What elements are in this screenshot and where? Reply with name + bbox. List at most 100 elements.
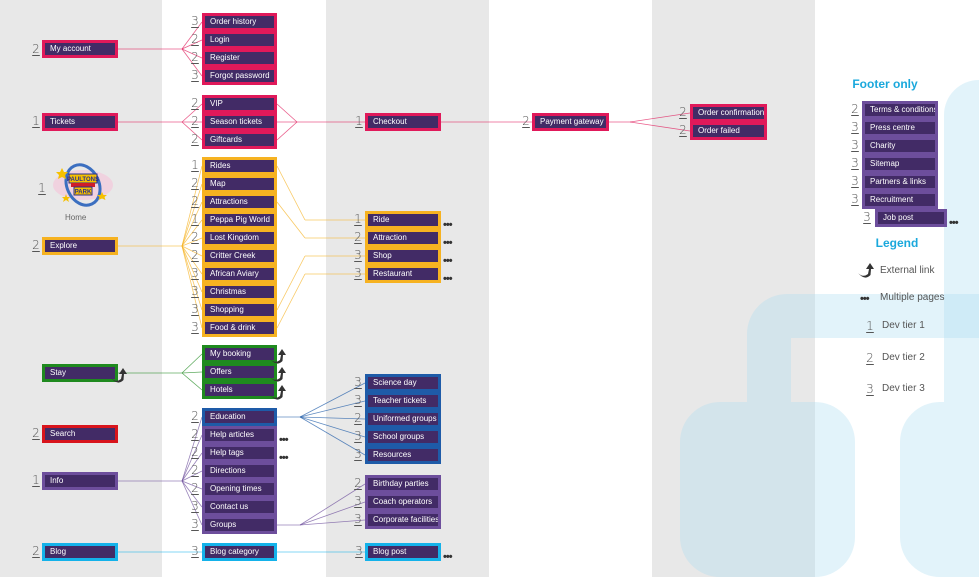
node-african-aviary[interactable]: African Aviary — [202, 265, 277, 283]
node-science-day[interactable]: Science day — [365, 374, 441, 392]
node-coach-operators[interactable]: Coach operators — [365, 493, 441, 511]
node-shop[interactable]: Shop — [365, 247, 441, 265]
node-job-post[interactable]: Job post — [875, 209, 947, 227]
node-map[interactable]: Map — [202, 175, 277, 193]
node-restaurant[interactable]: Restaurant — [365, 265, 441, 283]
tier-marker: 2 — [679, 123, 687, 137]
node-shopping[interactable]: Shopping — [202, 301, 277, 319]
node-birthday-parties[interactable]: Birthday parties — [365, 475, 441, 493]
node-opening-times[interactable]: Opening times — [202, 480, 277, 498]
node-resources[interactable]: Resources — [365, 446, 441, 464]
legend-external-link: External link — [880, 265, 935, 276]
node-offers[interactable]: Offers — [202, 363, 277, 381]
node-register[interactable]: Register — [202, 49, 277, 67]
connector-line — [181, 371, 203, 374]
tier-marker: 3 — [354, 393, 362, 407]
tier-marker: 3 — [851, 120, 859, 134]
node-corporate-facilities[interactable]: Corporate facilities — [365, 511, 441, 529]
node-blog-category[interactable]: Blog category — [202, 543, 277, 561]
tier-marker: 2 — [191, 445, 199, 459]
node-info[interactable]: Info — [42, 472, 118, 490]
multiple-pages-icon: ••• — [860, 293, 870, 305]
tier-marker: 3 — [191, 517, 199, 531]
tier-marker: 1 — [32, 473, 40, 487]
multiple-pages-icon: ••• — [949, 217, 959, 229]
node-contact-us[interactable]: Contact us — [202, 498, 277, 516]
node-vip[interactable]: VIP — [202, 95, 277, 113]
legend-heading: Legend — [875, 236, 919, 250]
node-directions[interactable]: Directions — [202, 462, 277, 480]
node-lost-kingdom[interactable]: Lost Kingdom — [202, 229, 277, 247]
legend-tier-1: Dev tier 1 — [882, 320, 925, 331]
node-school-groups[interactable]: School groups — [365, 428, 441, 446]
node-giftcards[interactable]: Giftcards — [202, 131, 277, 149]
multiple-pages-icon: ••• — [443, 255, 453, 267]
tier-marker: 2 — [32, 544, 40, 558]
node-uniformed-groups[interactable]: Uniformed groups — [365, 410, 441, 428]
node-teacher-tickets[interactable]: Teacher tickets — [365, 392, 441, 410]
tier-marker: 2 — [191, 463, 199, 477]
tier-marker: 1 — [354, 212, 362, 226]
node-checkout[interactable]: Checkout — [365, 113, 441, 131]
node-christmas[interactable]: Christmas — [202, 283, 277, 301]
node-explore[interactable]: Explore — [42, 237, 118, 255]
node-search[interactable]: Search — [42, 425, 118, 443]
node-blog[interactable]: Blog — [42, 543, 118, 561]
node-rides[interactable]: Rides — [202, 157, 277, 175]
node-attraction[interactable]: Attraction — [365, 229, 441, 247]
node-order-history[interactable]: Order history — [202, 13, 277, 31]
node-stay[interactable]: Stay — [42, 364, 118, 382]
tier-marker: 3 — [354, 266, 362, 280]
node-hotels[interactable]: Hotels — [202, 381, 277, 399]
multiple-pages-icon: ••• — [279, 452, 289, 464]
node-payment-gateway[interactable]: Payment gateway — [532, 113, 609, 131]
node-footer-recruitment[interactable]: Recruitment — [862, 191, 938, 209]
tier-marker: 3 — [191, 320, 199, 334]
tier-marker: 2 — [191, 32, 199, 46]
node-food-drink[interactable]: Food & drink — [202, 319, 277, 337]
node-tickets[interactable]: Tickets — [42, 113, 118, 131]
node-footer-press-centre[interactable]: Press centre — [862, 119, 938, 137]
node-season-tickets[interactable]: Season tickets — [202, 113, 277, 131]
tier-marker: 1 — [32, 114, 40, 128]
tier-marker: 3 — [191, 284, 199, 298]
tier-marker: 3 — [354, 248, 362, 262]
tier-marker: 3 — [191, 544, 199, 558]
node-critter-creek[interactable]: Critter Creek — [202, 247, 277, 265]
tier-marker: 2 — [851, 102, 859, 116]
node-footer-partners-links[interactable]: Partners & links — [862, 173, 938, 191]
node-help-tags[interactable]: Help tags — [202, 444, 277, 462]
node-footer-sitemap[interactable]: Sitemap — [862, 155, 938, 173]
connector-line — [276, 273, 306, 329]
multiple-pages-icon: ••• — [443, 237, 453, 249]
node-peppa-pig-world[interactable]: Peppa Pig World — [202, 211, 277, 229]
tier-marker: 3 — [354, 429, 362, 443]
node-order-failed[interactable]: Order failed — [690, 122, 767, 140]
svg-text:PARK: PARK — [75, 190, 92, 196]
node-my-booking[interactable]: My booking — [202, 345, 277, 363]
multiple-pages-icon: ••• — [443, 273, 453, 285]
tier-marker: 2 — [191, 427, 199, 441]
tier-marker: 3 — [191, 266, 199, 280]
node-footer-terms-conditions[interactable]: Terms & conditions — [862, 101, 938, 119]
node-blog-post[interactable]: Blog post — [365, 543, 441, 561]
node-footer-charity[interactable]: Charity — [862, 137, 938, 155]
multiple-pages-icon: ••• — [443, 551, 453, 563]
tier-marker: 2 — [679, 105, 687, 119]
node-groups[interactable]: Groups — [202, 516, 277, 534]
node-help-articles[interactable]: Help articles — [202, 426, 277, 444]
tier-marker: 2 — [191, 194, 199, 208]
node-education[interactable]: Education — [202, 408, 277, 426]
node-login[interactable]: Login — [202, 31, 277, 49]
external-link-icon — [270, 385, 286, 400]
node-order-confirmation[interactable]: Order confirmation — [690, 104, 767, 122]
node-ride[interactable]: Ride — [365, 211, 441, 229]
paultons-park-logo[interactable]: PAULTONS PARK — [52, 162, 114, 208]
tier-marker: 2 — [191, 176, 199, 190]
node-attractions[interactable]: Attractions — [202, 193, 277, 211]
node-my-account[interactable]: My account — [42, 40, 118, 58]
tier-marker: 1 — [866, 319, 874, 333]
node-forgot-password[interactable]: Forgot password — [202, 67, 277, 85]
tier-marker: 2 — [191, 50, 199, 64]
tier-marker: 2 — [354, 230, 362, 244]
